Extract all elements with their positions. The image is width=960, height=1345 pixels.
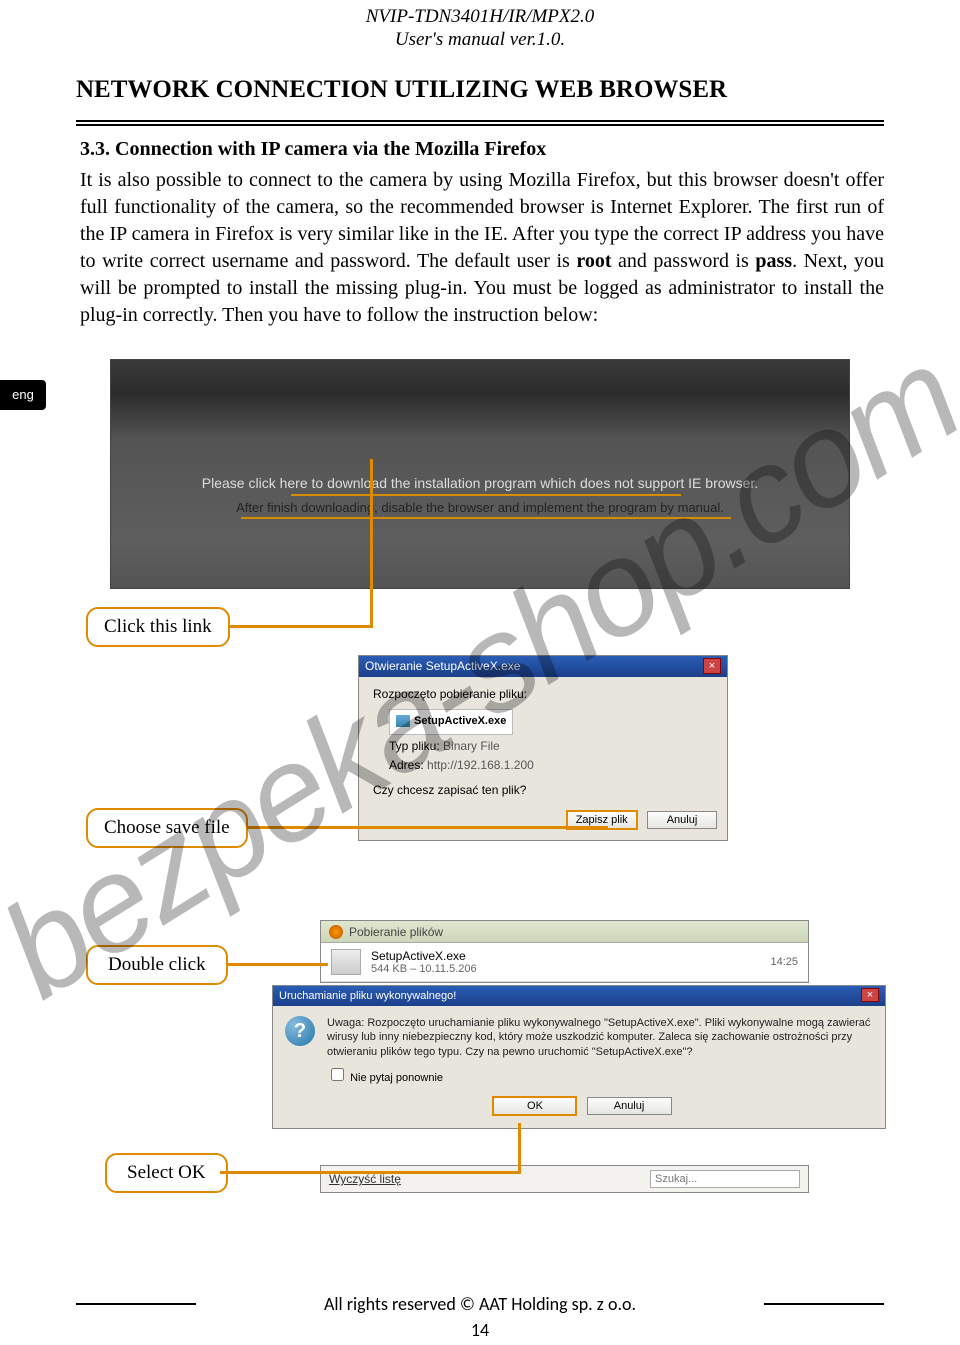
file-box: SetupActiveX.exe bbox=[389, 709, 513, 735]
dont-ask-checkbox[interactable] bbox=[331, 1068, 344, 1081]
model-name: NVIP-TDN3401H/IR/MPX2.0 bbox=[0, 6, 960, 29]
dialog-titlebar: Otwieranie SetupActiveX.exe × bbox=[359, 656, 727, 677]
subsection-heading: 3.3. Connection with IP camera via the M… bbox=[80, 138, 884, 161]
filename: SetupActiveX.exe bbox=[414, 715, 506, 727]
browser-screenshot: Please click here to download the instal… bbox=[110, 359, 850, 589]
bold-pass: pass bbox=[755, 250, 792, 272]
browser-msg-line2: After finish downloading, disable the br… bbox=[111, 500, 849, 515]
dialog-title: Otwieranie SetupActiveX.exe bbox=[365, 656, 520, 677]
callout-click-link: Click this link bbox=[86, 607, 230, 647]
addr-value: http://192.168.1.200 bbox=[427, 758, 534, 772]
browser-msg-line1: Please click here to download the instal… bbox=[111, 475, 849, 491]
secwarn-title: Uruchamianie pliku wykonywalnego! bbox=[279, 986, 456, 1006]
secwarn-body: Uwaga: Rozpoczęto uruchamianie pliku wyk… bbox=[327, 1016, 873, 1059]
dont-ask-label: Nie pytaj ponownie bbox=[350, 1072, 443, 1084]
downloads-titlebar: Pobieranie plików bbox=[321, 921, 808, 943]
addr-label: Adres: bbox=[389, 758, 424, 772]
callout-line bbox=[518, 1123, 521, 1174]
downloads-title: Pobieranie plików bbox=[349, 921, 443, 943]
search-input[interactable] bbox=[650, 1170, 800, 1188]
downloads-footer: Wyczyść listę bbox=[320, 1165, 809, 1193]
callout-line bbox=[370, 459, 373, 628]
file-icon bbox=[396, 715, 410, 727]
callout-choose-save: Choose save file bbox=[86, 808, 248, 848]
download-info: 544 KB – 10.11.5.206 bbox=[371, 963, 770, 975]
copyright: All rights reserved © AAT Holding sp. z … bbox=[324, 1293, 636, 1315]
save-dialog: Otwieranie SetupActiveX.exe × Rozpoczęto… bbox=[358, 655, 728, 841]
ok-button[interactable]: OK bbox=[492, 1096, 577, 1116]
dialog-line1: Rozpoczęto pobieranie pliku: bbox=[373, 685, 713, 704]
question-icon: ? bbox=[285, 1016, 315, 1046]
footer: All rights reserved © AAT Holding sp. z … bbox=[0, 1293, 960, 1315]
type-value: Binary File bbox=[443, 739, 500, 753]
section-title: NETWORK CONNECTION UTILIZING WEB BROWSER bbox=[0, 52, 960, 114]
secwarn-titlebar: Uruchamianie pliku wykonywalnego! × bbox=[273, 986, 885, 1006]
dialog-question: Czy chcesz zapisać ten plik? bbox=[373, 781, 713, 800]
close-icon[interactable]: × bbox=[861, 988, 879, 1002]
download-row[interactable]: SetupActiveX.exe 544 KB – 10.11.5.206 14… bbox=[321, 943, 808, 982]
clear-list-link[interactable]: Wyczyść listę bbox=[329, 1172, 401, 1186]
callout-line bbox=[248, 826, 608, 829]
language-tab: eng bbox=[0, 380, 46, 410]
cancel-button[interactable]: Anuluj bbox=[647, 811, 717, 829]
download-filename: SetupActiveX.exe bbox=[371, 949, 770, 963]
callout-line bbox=[230, 625, 370, 628]
manual-version: User's manual ver.1.0. bbox=[0, 29, 960, 52]
downloads-window: Pobieranie plików SetupActiveX.exe 544 K… bbox=[320, 920, 809, 983]
download-time: 14:25 bbox=[770, 956, 798, 968]
security-warning-dialog: Uruchamianie pliku wykonywalnego! × ? Uw… bbox=[272, 985, 886, 1129]
para-mid: and password is bbox=[612, 250, 756, 272]
footer-rule bbox=[764, 1303, 884, 1305]
doc-header: NVIP-TDN3401H/IR/MPX2.0 User's manual ve… bbox=[0, 0, 960, 52]
callout-line bbox=[226, 963, 328, 966]
divider bbox=[76, 120, 884, 126]
underline-1 bbox=[291, 494, 681, 496]
paragraph: It is also possible to connect to the ca… bbox=[80, 167, 884, 329]
close-icon[interactable]: × bbox=[703, 658, 721, 674]
callout-line bbox=[220, 1171, 520, 1174]
page-number: 14 bbox=[0, 1319, 960, 1341]
callout-select-ok: Select OK bbox=[105, 1153, 228, 1193]
bold-root: root bbox=[576, 250, 611, 272]
callout-double-click: Double click bbox=[86, 945, 228, 985]
download-file-icon bbox=[331, 949, 361, 975]
type-label: Typ pliku: bbox=[389, 739, 440, 753]
firefox-icon bbox=[329, 925, 343, 939]
underline-2 bbox=[241, 517, 731, 519]
footer-rule bbox=[76, 1303, 196, 1305]
cancel-button[interactable]: Anuluj bbox=[587, 1097, 672, 1115]
